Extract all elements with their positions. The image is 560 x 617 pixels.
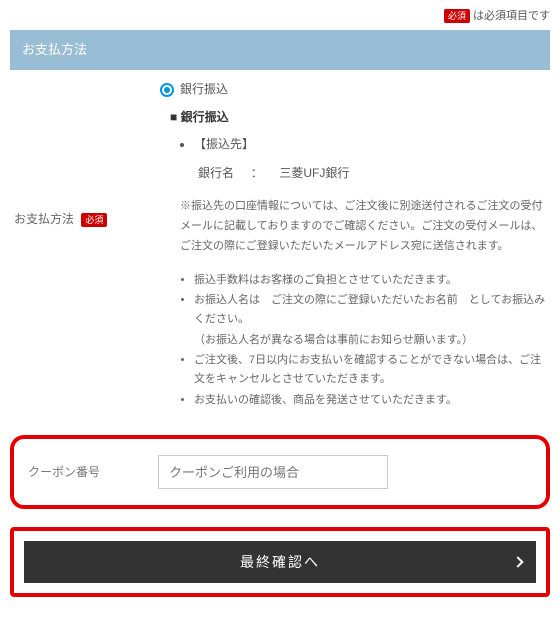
payment-radio-label: 銀行振込 [180, 80, 228, 99]
payment-label-text: お支払方法 [14, 212, 74, 226]
coupon-box: クーポン番号 [10, 435, 550, 509]
required-note: 必須 は必須項目です [10, 8, 550, 26]
confirm-box: 最終確認へ [10, 527, 550, 597]
payment-radio-bank[interactable]: 銀行振込 [160, 80, 546, 99]
bank-name-line: 銀行名 ： 三菱UFJ銀行 [160, 164, 546, 183]
required-note-text: は必須項目です [473, 10, 550, 22]
bank-name-value: 三菱UFJ銀行 [279, 166, 349, 180]
chevron-right-icon [512, 557, 523, 568]
payment-bullet: お振込人名は ご注文の際にご登録いただいたお名前 としてお振込みください。 [194, 291, 546, 328]
bank-separator: ： [251, 166, 263, 180]
payment-destination-label: 【振込先】 [194, 135, 546, 154]
bank-name-label: 銀行名 [198, 166, 234, 180]
payment-sub-heading: 銀行振込 [170, 108, 546, 127]
payment-bullet: ご注文後、7日以内にお支払いを確認することができない場合は、ご注文をキャンセルと… [194, 351, 546, 388]
payment-required-badge: 必須 [81, 213, 107, 227]
bank-note: ※振込先の口座情報については、ご注文後に別途送付されるご注文の受付メールに記載し… [160, 197, 546, 256]
payment-bullet: 振込手数料はお客様のご負担とさせていただきます。 [194, 271, 546, 290]
final-confirm-button[interactable]: 最終確認へ [24, 541, 536, 583]
payment-label-cell: お支払方法 必須 [10, 80, 160, 229]
required-badge: 必須 [444, 9, 470, 23]
payment-bullets: 振込手数料はお客様のご負担とさせていただきます。 お振込人名は ご注文の際にご登… [160, 271, 546, 410]
final-confirm-label: 最終確認へ [240, 552, 320, 572]
payment-row: お支払方法 必須 銀行振込 銀行振込 【振込先】 銀行名 ： 三菱UFJ銀行 ※… [10, 80, 550, 421]
payment-destination-list: 【振込先】 [160, 135, 546, 154]
coupon-label: クーポン番号 [28, 463, 158, 482]
payment-bullet: お支払いの確認後、商品を発送させていただきます。 [194, 391, 546, 410]
radio-icon [160, 83, 174, 97]
payment-body: 銀行振込 銀行振込 【振込先】 銀行名 ： 三菱UFJ銀行 ※振込先の口座情報に… [160, 80, 550, 421]
section-header-payment: お支払方法 [10, 30, 550, 71]
coupon-input[interactable] [158, 455, 388, 489]
payment-bullet-subnote: （お振込人名が異なる場合は事前にお知らせ願います。） [194, 331, 546, 350]
